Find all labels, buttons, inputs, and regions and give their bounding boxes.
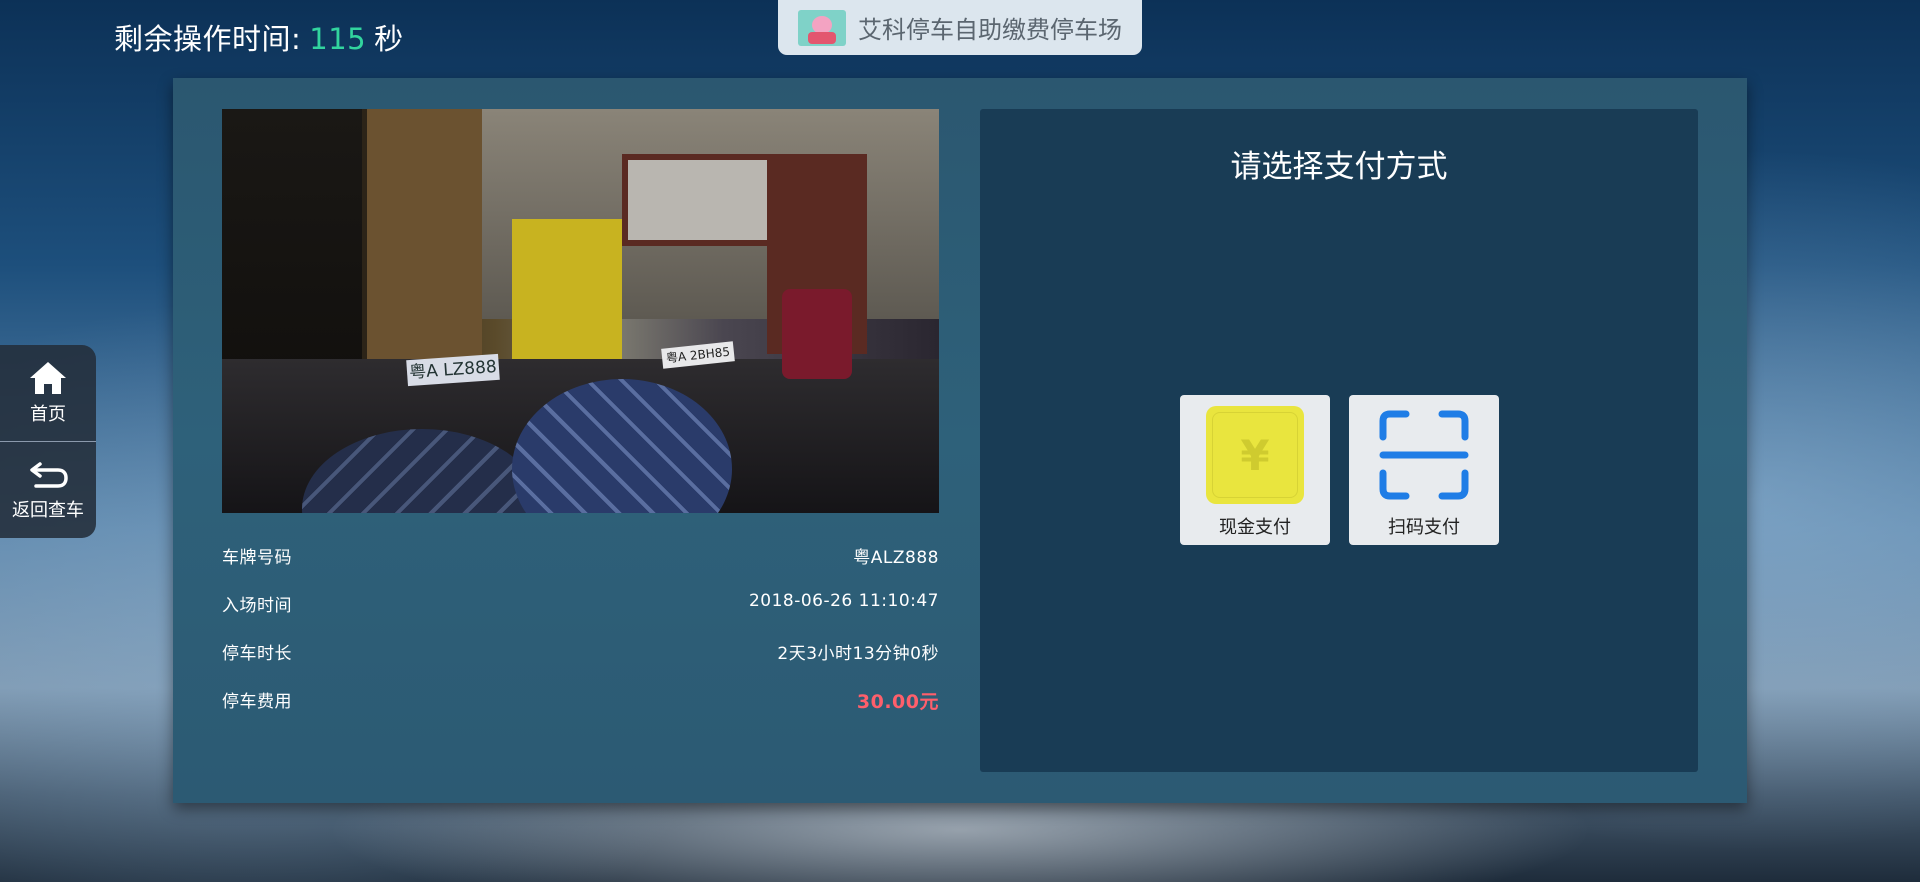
back-label: 返回查车 — [12, 500, 84, 521]
info-row-duration: 停车时长 2天3小时13分钟0秒 — [222, 639, 939, 687]
vehicle-camera-snapshot: 粤A LZ888 粤A 2BH85 — [222, 109, 939, 513]
return-arrow-icon — [30, 462, 68, 488]
timer-unit: 秒 — [374, 22, 404, 56]
plate-label: 车牌号码 — [222, 548, 292, 568]
home-label: 首页 — [30, 404, 66, 425]
back-to-search-button[interactable]: 返回查车 — [0, 441, 96, 538]
home-icon — [30, 362, 66, 394]
plate-value: 粤ALZ888 — [853, 548, 939, 568]
parking-lot-title-tab: 艾科停车自助缴费停车场 — [778, 0, 1142, 55]
side-nav: 首页 返回查车 — [0, 345, 96, 538]
fee-label: 停车费用 — [222, 692, 292, 712]
lot-logo — [798, 9, 846, 46]
payment-method-box: 请选择支付方式 ¥ 现金支付 扫码支付 — [980, 109, 1698, 772]
timer-label: 剩余操作时间: — [114, 22, 302, 56]
home-button[interactable]: 首页 — [0, 345, 96, 441]
payment-method-title: 请选择支付方式 — [1230, 149, 1448, 185]
info-row-entry-time: 入场时间 2018-06-26 11:10:47 — [222, 591, 939, 639]
entry-time-value: 2018-06-26 11:10:47 — [748, 591, 939, 611]
payment-panel: 粤A LZ888 粤A 2BH85 车牌号码 粤ALZ888 入场时间 2018… — [173, 78, 1747, 803]
info-row-fee: 停车费用 30.00元 — [222, 687, 939, 735]
info-row-plate: 车牌号码 粤ALZ888 — [222, 543, 939, 591]
cash-payment-label: 现金支付 — [1219, 517, 1291, 538]
vehicle-info-list: 车牌号码 粤ALZ888 入场时间 2018-06-26 11:10:47 停车… — [222, 543, 939, 735]
cash-payment-button[interactable]: ¥ 现金支付 — [1180, 395, 1330, 545]
lot-name: 艾科停车自助缴费停车场 — [858, 16, 1122, 44]
timer-value: 115 — [309, 22, 367, 56]
duration-label: 停车时长 — [222, 644, 292, 664]
countdown-timer: 剩余操作时间: 115 秒 — [114, 16, 404, 58]
scan-icon — [1379, 410, 1469, 500]
yen-icon: ¥ — [1206, 406, 1304, 504]
fee-value: 30.00元 — [856, 691, 939, 713]
duration-value: 2天3小时13分钟0秒 — [777, 644, 939, 664]
entry-time-label: 入场时间 — [222, 596, 292, 616]
scan-payment-button[interactable]: 扫码支付 — [1349, 395, 1499, 545]
scan-payment-label: 扫码支付 — [1388, 517, 1460, 538]
